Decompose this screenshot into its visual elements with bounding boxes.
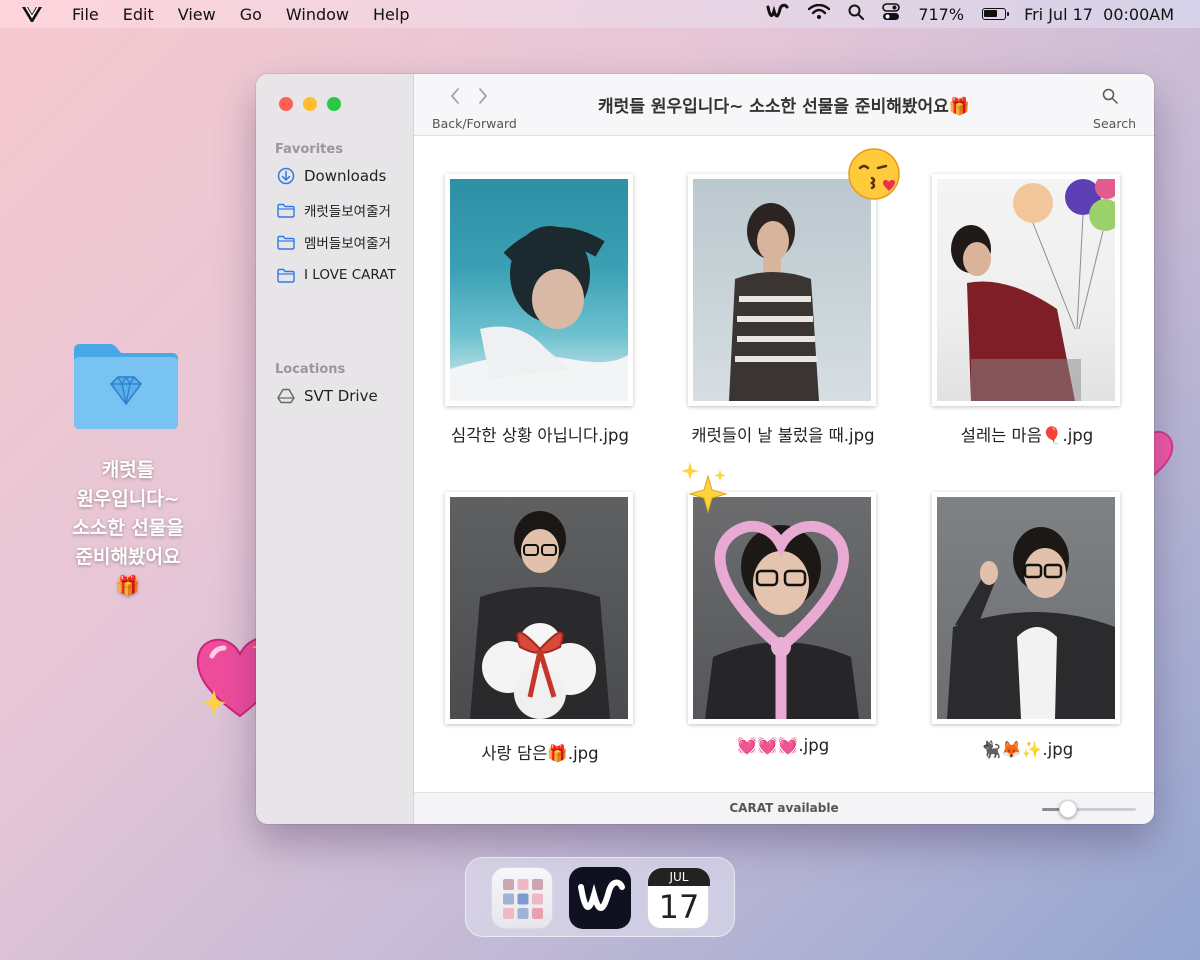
sidebar-item-label: 캐럿들보여줄거 (304, 204, 391, 220)
file-item[interactable]: 캐럿들이 날 불렀을 때.jpg (688, 174, 878, 446)
back-forward-label: Back/Forward (432, 116, 517, 131)
folder-icon (276, 200, 296, 220)
desktop-folder-label[interactable]: 캐럿들 원우입니다~ 소소한 선물을 준비해봤어요 🎁 (50, 456, 206, 601)
sidebar-item-i-love-carat[interactable]: I LOVE CARAT (276, 263, 396, 287)
file-item[interactable]: 사랑 담은🎁.jpg (445, 492, 635, 764)
favorites-heading: Favorites (275, 142, 343, 157)
sidebar-item-carat-show[interactable]: 캐럿들보여줄거 (276, 198, 391, 222)
sparkles-sticker (680, 460, 728, 520)
file-name: 설레는 마음🎈.jpg (960, 426, 1094, 445)
finder-window: Favorites Downloads 캐럿들보여줄거 멤버들보여줄거 I LO… (256, 74, 1154, 824)
sidebar-item-label: Downloads (304, 167, 387, 185)
sidebar-item-svt-drive[interactable]: SVT Drive (276, 384, 378, 408)
status-bar: CARAT available (414, 792, 1154, 824)
dock: JUL 17 (465, 857, 735, 937)
photo-image (693, 179, 871, 401)
launchpad-app-icon[interactable] (491, 867, 553, 929)
photo-image (693, 497, 871, 719)
menu-go[interactable]: Go (240, 5, 262, 24)
menu-file[interactable]: File (72, 5, 99, 24)
zoom-slider[interactable] (1042, 800, 1136, 818)
folder-icon (276, 265, 296, 285)
file-item[interactable]: 심각한 상황 아닙니다.jpg (445, 174, 635, 446)
wifi-icon[interactable] (808, 3, 831, 24)
toolbar-search-icon[interactable] (1102, 88, 1118, 108)
control-center-icon[interactable] (882, 3, 901, 25)
close-button[interactable] (279, 97, 293, 111)
menu-edit[interactable]: Edit (123, 5, 154, 24)
file-name: 사랑 담은🎁.jpg (481, 744, 599, 763)
menu-bar: File Edit View Go Window Help 717% Fri J… (0, 0, 1200, 28)
photo-image (937, 179, 1115, 401)
folder-icon (276, 232, 296, 252)
forward-arrow-icon[interactable] (478, 88, 488, 109)
thumbnail (932, 174, 1120, 406)
file-item[interactable]: 설레는 마음🎈.jpg (932, 174, 1122, 446)
weverse-app-icon[interactable] (569, 867, 631, 929)
kissing-face-sticker (846, 146, 902, 206)
sidebar-item-members-show[interactable]: 멤버들보여줄거 (276, 230, 391, 254)
menu-window[interactable]: Window (286, 5, 349, 24)
sidebar-item-label: SVT Drive (304, 387, 378, 405)
battery-percent: 717% (918, 4, 965, 24)
app-logo-icon[interactable] (20, 4, 46, 24)
thumbnail (688, 174, 876, 406)
search-label: Search (1093, 116, 1136, 131)
clock[interactable]: Fri Jul 17 00:00AM (1024, 5, 1174, 24)
file-name: 캐럿들이 날 불렀을 때.jpg (691, 426, 875, 445)
thumbnail (445, 174, 633, 406)
file-item[interactable]: 🐈‍⬛🦊✨.jpg (932, 492, 1122, 760)
thumbnail (445, 492, 633, 724)
back-arrow-icon[interactable] (450, 88, 460, 109)
calendar-day: 17 (658, 888, 700, 926)
file-name: 🐈‍⬛🦊✨.jpg (980, 740, 1074, 759)
window-title: 캐럿들 원우입니다~ 소소한 선물을 준비해봤어요🎁 (598, 97, 970, 117)
toolbar: Back/Forward 캐럿들 원우입니다~ 소소한 선물을 준비해봤어요🎁 … (414, 74, 1154, 136)
menu-help[interactable]: Help (373, 5, 409, 24)
sidebar: Favorites Downloads 캐럿들보여줄거 멤버들보여줄거 I LO… (256, 74, 414, 824)
calendar-month: JUL (648, 868, 710, 886)
battery-fill (984, 10, 998, 17)
download-icon (276, 166, 296, 186)
sidebar-item-downloads[interactable]: Downloads (276, 164, 386, 188)
calendar-app-icon[interactable]: JUL 17 (647, 867, 710, 929)
file-grid: 심각한 상황 아닙니다.jpg 캐럿들이 날 불렀을 때.jpg 설레는 마음🎈… (414, 136, 1154, 792)
file-item[interactable]: 💓💓💓.jpg (688, 492, 878, 756)
weverse-icon[interactable] (766, 3, 790, 25)
photo-image (937, 497, 1115, 719)
thumbnail (688, 492, 876, 724)
photo-image (450, 497, 628, 719)
menu-view[interactable]: View (178, 5, 216, 24)
search-icon[interactable] (848, 4, 865, 24)
sidebar-item-label: 멤버들보여줄거 (304, 236, 391, 252)
zoom-button[interactable] (327, 97, 341, 111)
desktop-folder-icon[interactable] (70, 340, 182, 430)
minimize-button[interactable] (303, 97, 317, 111)
thumbnail (932, 492, 1120, 724)
sidebar-item-label: I LOVE CARAT (304, 267, 396, 283)
locations-heading: Locations (275, 362, 346, 377)
drive-icon (276, 386, 296, 406)
file-name: 심각한 상황 아닙니다.jpg (451, 426, 629, 445)
zoom-slider-knob[interactable] (1059, 800, 1078, 818)
photo-image (450, 179, 628, 401)
file-name: 💓💓💓.jpg (736, 736, 830, 755)
battery-icon[interactable] (982, 8, 1010, 20)
